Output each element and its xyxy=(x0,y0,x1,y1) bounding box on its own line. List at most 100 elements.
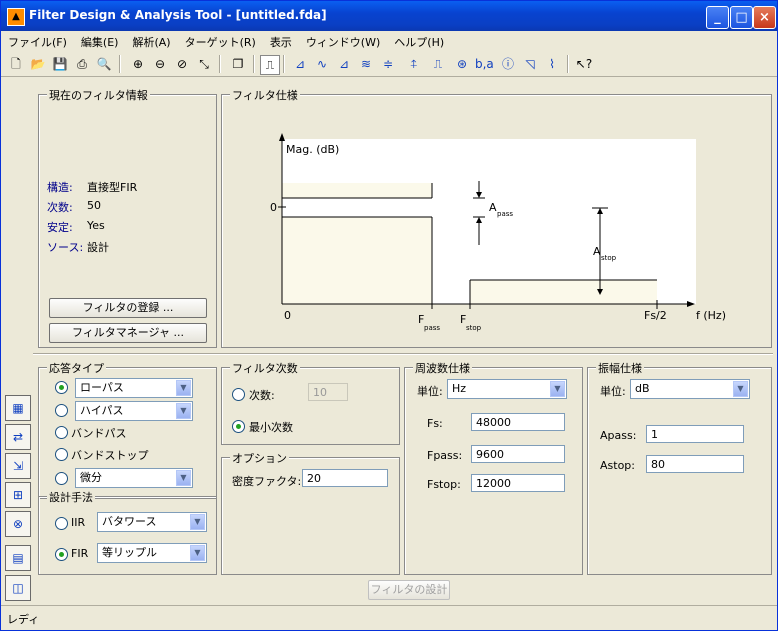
mag-unit-label: 単位: xyxy=(600,385,626,398)
zoom-in-icon[interactable]: ⊕ xyxy=(129,55,147,73)
minimum-order-radio[interactable] xyxy=(232,420,245,433)
differentiator-radio[interactable] xyxy=(55,472,68,485)
design-filter-panel-icon[interactable]: ▦ xyxy=(5,395,31,421)
quantize-icon[interactable]: ⊞ xyxy=(5,482,31,508)
fstop-input[interactable]: 12000 xyxy=(471,474,565,492)
options-title: オプション xyxy=(230,450,289,466)
mag-unit-select[interactable]: dB ▼ xyxy=(630,379,750,399)
transform-filter-icon[interactable]: ⇄ xyxy=(5,424,31,450)
bandstop-radio[interactable] xyxy=(55,448,68,461)
design-method-title: 設計手法 xyxy=(47,489,95,505)
register-filter-button[interactable]: フィルタの登録 ... xyxy=(49,298,207,318)
impulse-response-icon[interactable]: ⍏ xyxy=(405,55,423,73)
fir-radio[interactable] xyxy=(55,548,68,561)
order-value: 50 xyxy=(87,199,101,212)
pole-zero-icon[interactable]: ⊛ xyxy=(453,55,471,73)
realize-model-icon[interactable]: ⊗ xyxy=(5,511,31,537)
noise-power-icon[interactable]: ⌇ xyxy=(543,55,561,73)
phase-response-icon[interactable]: ∿ xyxy=(313,55,331,73)
mag-unit-value: dB xyxy=(635,382,650,395)
menu-target[interactable]: ターゲット(R) xyxy=(178,31,263,53)
fs-input[interactable]: 48000 xyxy=(471,413,565,431)
chevron-down-icon: ▼ xyxy=(176,403,191,419)
lowpass-radio[interactable] xyxy=(55,381,68,394)
print-preview-icon[interactable]: 🔍 xyxy=(95,55,113,73)
differentiator-select[interactable]: 微分 ▼ xyxy=(75,468,193,488)
maximize-button[interactable]: □ xyxy=(730,6,753,29)
menu-view[interactable]: 表示 xyxy=(263,31,299,53)
import-filter-icon[interactable]: ⇲ xyxy=(5,453,31,479)
minimum-order-label: 最小次数 xyxy=(249,421,293,434)
astop-field-label: Astop: xyxy=(600,459,635,472)
passband-upper-region xyxy=(282,183,432,198)
bandpass-radio[interactable] xyxy=(55,426,68,439)
filter-order-title: フィルタ次数 xyxy=(230,360,300,376)
density-factor-input[interactable]: 20 xyxy=(302,469,388,487)
differentiator-select-value: 微分 xyxy=(80,471,102,484)
menu-analysis[interactable]: 解析(A) xyxy=(125,31,177,53)
magnitude-estimate-icon[interactable]: ◹ xyxy=(521,55,539,73)
menu-edit[interactable]: 編集(E) xyxy=(74,31,126,53)
coefficients-icon[interactable]: b,a xyxy=(475,55,494,73)
stable-label: 安定: xyxy=(47,221,73,234)
freq-axis-label: f (Hz) xyxy=(696,309,726,322)
status-bar: レディ xyxy=(1,605,777,630)
new-window-icon[interactable]: ❐ xyxy=(229,55,247,73)
iir-radio[interactable] xyxy=(55,517,68,530)
save-icon[interactable]: 💾 xyxy=(51,55,69,73)
print-icon[interactable]: ⎙ xyxy=(73,55,91,73)
fpass-input[interactable]: 9600 xyxy=(471,445,565,463)
mag-phase-icon[interactable]: ⊿ xyxy=(335,55,353,73)
zero-freq-label: 0 xyxy=(284,309,291,322)
new-file-icon[interactable]: 🗋 xyxy=(7,55,25,73)
phase-delay-icon[interactable]: ≑ xyxy=(379,55,397,73)
highpass-radio[interactable] xyxy=(55,404,68,417)
order-input[interactable]: 10 xyxy=(308,383,348,401)
chevron-down-icon: ▼ xyxy=(176,470,191,486)
passband-lower-region xyxy=(282,217,432,304)
source-label: ソース: xyxy=(47,241,84,254)
full-view-icon[interactable]: ⤡ xyxy=(195,55,213,73)
title-bar[interactable]: ▲ Filter Design & Analysis Tool - [untit… xyxy=(1,1,777,31)
whats-this-help-icon[interactable]: ↖? xyxy=(575,55,593,73)
specify-order-radio[interactable] xyxy=(232,388,245,401)
open-folder-icon[interactable]: 📂 xyxy=(29,55,47,73)
lowpass-select-value: ローパス xyxy=(80,381,124,394)
pole-zero-editor-icon[interactable]: ▤ xyxy=(5,545,31,571)
filter-spec-icon[interactable]: ⎍ xyxy=(260,55,280,75)
iir-method-select[interactable]: バタワース ▼ xyxy=(97,512,207,532)
freq-unit-value: Hz xyxy=(452,382,467,395)
zoom-y-icon[interactable]: ⊘ xyxy=(173,55,191,73)
close-button[interactable]: × xyxy=(753,6,776,29)
stopband-region xyxy=(470,280,657,304)
step-response-icon[interactable]: ⎍ xyxy=(429,55,447,73)
menu-file[interactable]: ファイル(F) xyxy=(1,31,74,53)
response-type-group: 応答タイプ ローパス ▼ ハイパス ▼ バンドパス バンドストップ 微分 ▼ xyxy=(38,360,217,499)
info-icon[interactable]: ⓘ xyxy=(499,55,517,73)
apass-input[interactable]: 1 xyxy=(646,425,744,443)
zero-db-label: 0 xyxy=(270,201,277,214)
menu-window[interactable]: ウィンドウ(W) xyxy=(299,31,387,53)
toolbar: 🗋 📂 💾 ⎙ 🔍 ⊕ ⊖ ⊘ ⤡ ❐ ⎍ ⊿ ∿ ⊿ ≋ ≑ ⍏ ⎍ ⊛ b,… xyxy=(1,52,777,77)
magnitude-response-icon[interactable]: ⊿ xyxy=(291,55,309,73)
zoom-x-icon[interactable]: ⊖ xyxy=(151,55,169,73)
multirate-icon[interactable]: ◫ xyxy=(5,575,31,601)
design-filter-button[interactable]: フィルタの設計 xyxy=(368,580,450,600)
group-delay-icon[interactable]: ≋ xyxy=(357,55,375,73)
fir-method-select[interactable]: 等リップル ▼ xyxy=(97,543,207,563)
fstop-label: Fstop: xyxy=(427,478,461,491)
apass-label: A xyxy=(489,201,497,214)
astop-input[interactable]: 80 xyxy=(646,455,744,473)
current-filter-info-title: 現在のフィルタ情報 xyxy=(47,87,150,103)
fs-half-label: Fs/2 xyxy=(644,309,667,322)
freq-unit-select[interactable]: Hz ▼ xyxy=(447,379,567,399)
menu-help[interactable]: ヘルプ(H) xyxy=(387,31,451,53)
mag-axis-label: Mag. (dB) xyxy=(286,143,339,156)
minimize-button[interactable]: _ xyxy=(706,6,729,29)
highpass-select[interactable]: ハイパス ▼ xyxy=(75,401,193,421)
lowpass-select[interactable]: ローパス ▼ xyxy=(75,378,193,398)
fpass-subscript: pass xyxy=(424,324,440,332)
fstop-subscript: stop xyxy=(466,324,482,332)
filter-manager-button[interactable]: フィルタマネージャ ... xyxy=(49,323,207,343)
current-filter-info-group: 現在のフィルタ情報 構造: 直接型FIR 次数: 50 安定: Yes ソース:… xyxy=(38,87,217,348)
